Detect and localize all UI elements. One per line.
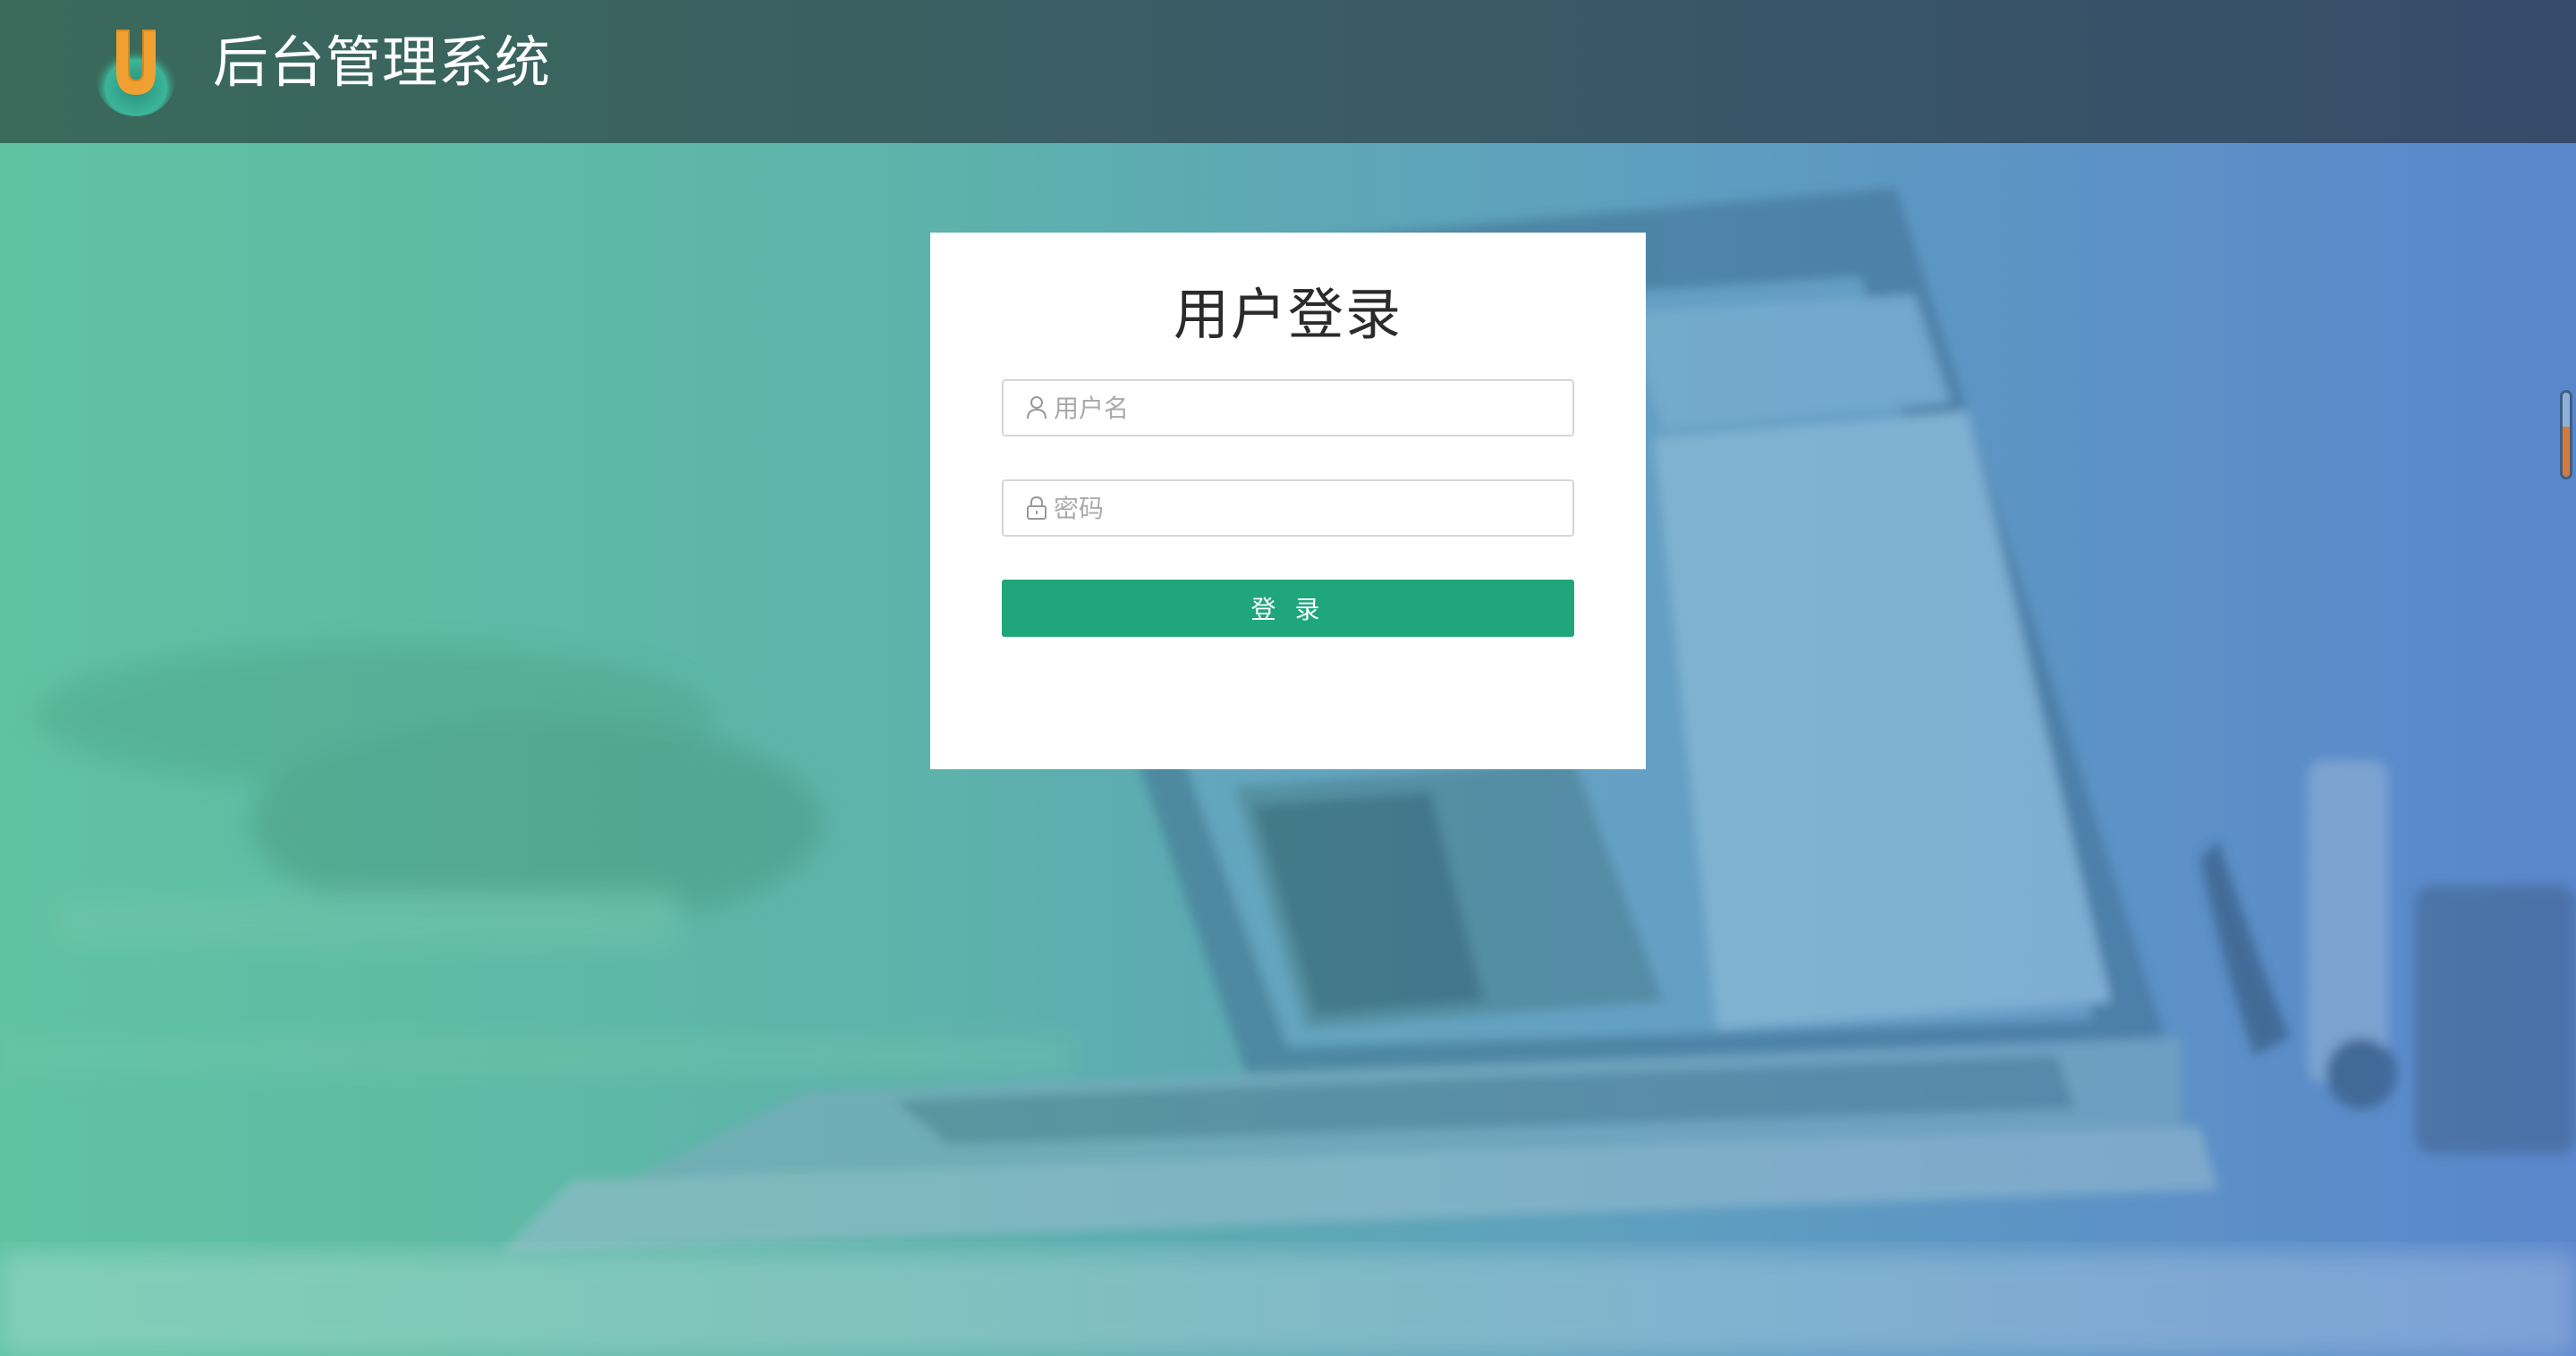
lock-icon: [1025, 495, 1048, 521]
username-field[interactable]: [1002, 379, 1574, 436]
logo: [93, 21, 179, 118]
password-input[interactable]: [1054, 483, 1572, 533]
app-title: 后台管理系统: [213, 30, 552, 95]
app-header: 后台管理系统: [0, 0, 2576, 143]
user-icon: [1025, 394, 1048, 421]
side-scroll-handle[interactable]: [2560, 390, 2572, 479]
username-input[interactable]: [1054, 383, 1572, 433]
logo-icon: [97, 30, 175, 116]
login-card: 用户登录 登 录: [930, 233, 1646, 769]
login-button[interactable]: 登 录: [1002, 580, 1574, 637]
login-title: 用户登录: [1173, 282, 1402, 347]
login-page: 后台管理系统 用户登录 用户名 登 录: [0, 0, 2576, 1356]
side-handle-fill: [2563, 426, 2570, 477]
password-field[interactable]: [1002, 479, 1574, 537]
